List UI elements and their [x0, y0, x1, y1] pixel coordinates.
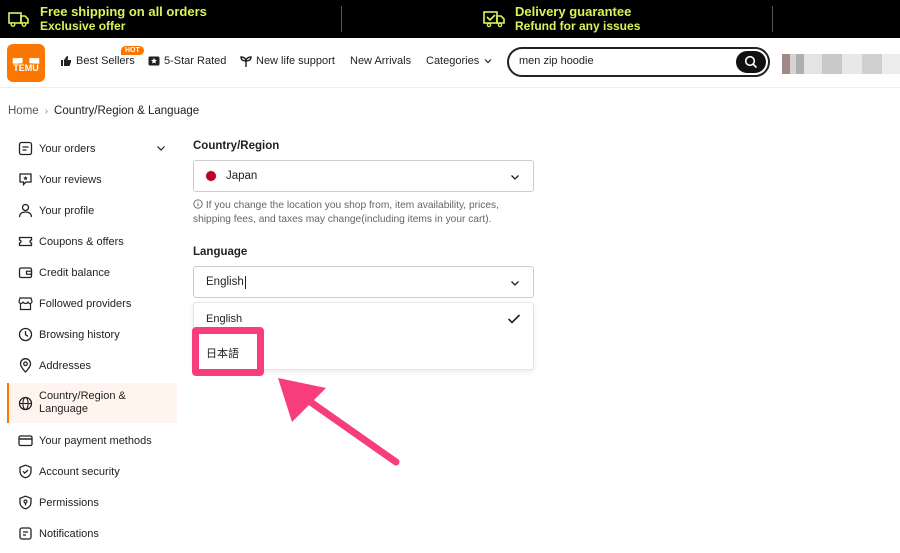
sidebar-item-country-language[interactable]: Country/Region & Language	[7, 383, 177, 423]
sidebar-item-label: Notifications	[39, 527, 99, 540]
breadcrumb-current: Country/Region & Language	[54, 105, 200, 117]
logo-mark: ▄▖▗▄	[12, 53, 40, 63]
sidebar-item-label: Addresses	[39, 359, 91, 372]
promo-bar: Free shipping on all orders Exclusive of…	[0, 0, 900, 38]
promo-divider	[772, 6, 773, 32]
sidebar-item-label: Your payment methods	[39, 434, 152, 447]
chevron-down-icon	[157, 146, 165, 151]
truck-icon	[8, 12, 29, 27]
shield-icon	[17, 464, 33, 480]
language-option-label: English	[206, 313, 243, 325]
temu-logo[interactable]: ▄▖▗▄ TEMU	[7, 44, 45, 82]
sidebar-item-orders[interactable]: Your orders	[7, 133, 177, 164]
sidebar-item-notifications[interactable]: Notifications	[7, 518, 177, 549]
nav-five-star-label: 5-Star Rated	[164, 55, 227, 67]
sidebar-item-reviews[interactable]: Your reviews	[7, 164, 177, 195]
sidebar-item-profile[interactable]: Your profile	[7, 195, 177, 226]
country-note: If you change the location you shop from…	[193, 199, 534, 227]
language-select[interactable]: English	[193, 266, 534, 298]
language-option-english[interactable]: English	[206, 313, 242, 325]
logo-text: TEMU	[13, 63, 39, 73]
sidebar-item-label: Country/Region & Language	[39, 390, 126, 415]
coupon-icon	[17, 234, 33, 250]
delivery-guarantee-banner[interactable]: Delivery guarantee Refund for any issues	[483, 0, 640, 38]
clock-icon	[17, 327, 33, 343]
search-button[interactable]	[736, 51, 766, 73]
language-value: English	[206, 276, 244, 288]
annotation-arrow-icon	[278, 378, 400, 466]
sidebar-item-label: Browsing history	[39, 328, 120, 341]
checkmark-icon	[507, 314, 521, 324]
sidebar-item-credit[interactable]: Credit balance	[7, 257, 177, 288]
country-value: Japan	[226, 170, 258, 182]
chevron-right-icon: ›	[44, 105, 49, 117]
account-sidebar: Your orders Your reviews Your profile Co…	[7, 133, 177, 549]
chevron-down-icon	[484, 59, 492, 64]
sidebar-item-label: Your reviews	[39, 173, 102, 186]
delivery-check-icon	[483, 11, 505, 28]
sidebar-item-history[interactable]: Browsing history	[7, 319, 177, 350]
star-badge-icon	[148, 56, 160, 66]
nav-new-life-label: New life support	[256, 55, 335, 67]
annotation-highlight-box	[192, 327, 264, 376]
account-area-blurred[interactable]	[782, 54, 900, 74]
location-icon	[17, 358, 33, 374]
shipping-title: Free shipping on all orders	[40, 4, 207, 19]
reviews-icon	[17, 172, 33, 188]
sidebar-item-label: Credit balance	[39, 266, 110, 279]
profile-icon	[17, 203, 33, 219]
sidebar-item-label: Account security	[39, 465, 120, 478]
settings-panel: Country/Region Japan If you change the l…	[193, 140, 534, 370]
nav-new-arrivals[interactable]: New Arrivals	[350, 55, 411, 67]
permission-icon	[17, 495, 33, 511]
sidebar-item-payment[interactable]: Your payment methods	[7, 425, 177, 456]
search-bar	[507, 47, 770, 77]
globe-icon	[17, 395, 33, 411]
sidebar-item-label: Coupons & offers	[39, 235, 124, 248]
card-icon	[17, 433, 33, 449]
sidebar-item-security[interactable]: Account security	[7, 456, 177, 487]
sidebar-item-label: Your profile	[39, 204, 95, 217]
nav-best-sellers[interactable]: Best Sellers	[60, 55, 135, 67]
hot-badge: HOT	[121, 46, 144, 55]
promo-divider	[341, 6, 342, 32]
sidebar-item-label: Your orders	[39, 142, 96, 155]
free-shipping-banner[interactable]: Free shipping on all orders Exclusive of…	[8, 0, 207, 38]
header: ▄▖▗▄ TEMU Best Sellers HOT 5-Star Rated …	[0, 38, 900, 88]
sidebar-item-label: Followed providers	[39, 297, 132, 310]
store-icon	[17, 296, 33, 312]
sidebar-item-label: Permissions	[39, 496, 99, 509]
country-label: Country/Region	[193, 140, 280, 152]
nav-categories-label: Categories	[426, 55, 480, 67]
delivery-title: Delivery guarantee	[515, 4, 632, 19]
info-icon	[193, 199, 203, 209]
nav-categories[interactable]: Categories	[426, 55, 497, 67]
nav-new-arrivals-label: New Arrivals	[350, 55, 412, 67]
text-cursor	[244, 275, 246, 289]
nav-five-star[interactable]: 5-Star Rated	[148, 55, 226, 67]
chevron-down-icon	[511, 175, 519, 180]
breadcrumb: Home › Country/Region & Language	[8, 105, 199, 117]
breadcrumb-home[interactable]: Home	[8, 105, 39, 117]
chevron-down-icon	[511, 281, 519, 286]
orders-icon	[17, 141, 33, 157]
sidebar-item-followed[interactable]: Followed providers	[7, 288, 177, 319]
sidebar-item-permissions[interactable]: Permissions	[7, 487, 177, 518]
delivery-subtitle: Refund for any issues	[515, 19, 641, 33]
sidebar-item-coupons[interactable]: Coupons & offers	[7, 226, 177, 257]
japan-flag-icon	[206, 171, 216, 181]
language-label: Language	[193, 246, 248, 258]
bell-icon	[17, 526, 33, 542]
wallet-icon	[17, 265, 33, 281]
thumbs-up-icon	[61, 56, 71, 66]
country-select[interactable]: Japan	[193, 160, 534, 192]
sidebar-item-addresses[interactable]: Addresses	[7, 350, 177, 381]
nav-best-sellers-label: Best Sellers	[76, 55, 135, 67]
nav-new-life[interactable]: New life support	[240, 55, 335, 67]
country-note-text: If you change the location you shop from…	[193, 200, 499, 225]
search-icon	[744, 55, 758, 69]
sprout-icon	[240, 56, 252, 67]
search-input[interactable]	[519, 55, 719, 67]
shipping-subtitle: Exclusive offer	[40, 19, 126, 33]
